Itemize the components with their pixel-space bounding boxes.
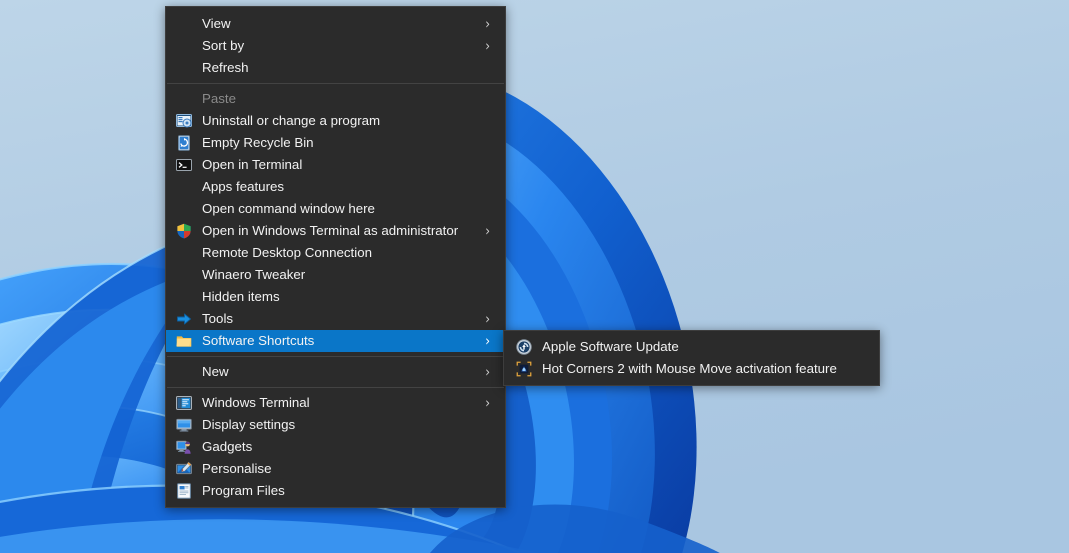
chevron-right-icon: › xyxy=(485,33,490,58)
context-menu-item-label: Hidden items xyxy=(202,286,495,308)
context-menu-item-label: Gadgets xyxy=(202,436,495,458)
chevron-right-icon: › xyxy=(485,359,490,384)
context-menu-item-label: Tools xyxy=(202,308,477,330)
hot-corners-icon xyxy=(516,361,532,377)
context-menu-item-label: Windows Terminal xyxy=(202,392,477,414)
context-menu-item-view[interactable]: View› xyxy=(166,13,505,35)
menu-separator xyxy=(167,356,504,357)
context-menu-item-software-shortcuts[interactable]: Software Shortcuts › xyxy=(166,330,505,352)
windows-terminal-icon xyxy=(176,395,192,411)
context-menu-item-personalise[interactable]: Personalise xyxy=(166,458,505,480)
menu-separator xyxy=(167,83,504,84)
context-menu-item-open-command-window-here[interactable]: Open command window here xyxy=(166,198,505,220)
context-menu-item-paste: Paste xyxy=(166,88,505,110)
personalise-icon xyxy=(176,461,192,477)
context-menu-item-label: Open command window here xyxy=(202,198,495,220)
context-menu-item-label: Personalise xyxy=(202,458,495,480)
context-menu-item-apps-features[interactable]: Apps features xyxy=(166,176,505,198)
context-menu-item-label: Open in Terminal xyxy=(202,154,495,176)
desktop-context-menu[interactable]: View›Sort by›RefreshPaste Uninstall or c… xyxy=(165,6,506,508)
context-menu-item-label: View xyxy=(202,13,477,35)
context-menu-item-label: Uninstall or change a program xyxy=(202,110,495,132)
context-menu-item-gadgets[interactable]: Gadgets xyxy=(166,436,505,458)
context-menu-item-label: Software Shortcuts xyxy=(202,330,477,352)
menu-separator xyxy=(167,387,504,388)
context-menu-item-label: Winaero Tweaker xyxy=(202,264,495,286)
context-menu-item-open-in-windows-terminal-as-administrator[interactable]: Open in Windows Terminal as administrato… xyxy=(166,220,505,242)
context-menu-item-new[interactable]: New › xyxy=(166,361,505,383)
program-files-icon xyxy=(176,483,192,499)
blue-arrow-icon xyxy=(176,311,192,327)
context-menu-item-display-settings[interactable]: Display settings xyxy=(166,414,505,436)
context-menu-item-label: Empty Recycle Bin xyxy=(202,132,495,154)
context-menu-item-label: Open in Windows Terminal as administrato… xyxy=(202,220,477,242)
context-menu-item-empty-recycle-bin[interactable]: Empty Recycle Bin xyxy=(166,132,505,154)
context-menu-item-label: Paste xyxy=(202,88,495,110)
shield-icon xyxy=(176,223,192,239)
context-menu-item-label: Apps features xyxy=(202,176,495,198)
programs-icon xyxy=(176,113,192,129)
folder-icon xyxy=(176,333,192,349)
display-icon xyxy=(176,417,192,433)
recycle-bin-icon xyxy=(176,135,192,151)
context-menu-item-open-in-terminal[interactable]: Open in Terminal xyxy=(166,154,505,176)
apple-software-update-icon xyxy=(516,339,532,355)
chevron-right-icon: › xyxy=(485,390,490,415)
chevron-right-icon: › xyxy=(485,328,490,353)
gadgets-icon xyxy=(176,439,192,455)
submenu-item-hot-corners-2-with-mouse-move-activation-feature[interactable]: Hot Corners 2 with Mouse Move activation… xyxy=(504,358,879,380)
context-menu-item-label: Display settings xyxy=(202,414,495,436)
context-menu-item-windows-terminal[interactable]: Windows Terminal › xyxy=(166,392,505,414)
context-menu-item-program-files[interactable]: Program Files xyxy=(166,480,505,502)
chevron-right-icon: › xyxy=(485,218,490,243)
context-menu-item-label: Program Files xyxy=(202,480,495,502)
context-menu-item-label: New xyxy=(202,361,477,383)
submenu-item-apple-software-update[interactable]: Apple Software Update xyxy=(504,336,879,358)
context-menu-item-hidden-items[interactable]: Hidden items xyxy=(166,286,505,308)
software-shortcuts-submenu[interactable]: Apple Software Update Hot Corners 2 with… xyxy=(503,330,880,386)
context-menu-item-uninstall-or-change-a-program[interactable]: Uninstall or change a program xyxy=(166,110,505,132)
context-menu-item-winaero-tweaker[interactable]: Winaero Tweaker xyxy=(166,264,505,286)
submenu-item-label: Hot Corners 2 with Mouse Move activation… xyxy=(542,358,869,380)
context-menu-item-refresh[interactable]: Refresh xyxy=(166,57,505,79)
context-menu-item-label: Remote Desktop Connection xyxy=(202,242,495,264)
submenu-item-label: Apple Software Update xyxy=(542,336,869,358)
context-menu-item-label: Sort by xyxy=(202,35,477,57)
context-menu-item-tools[interactable]: Tools› xyxy=(166,308,505,330)
context-menu-item-sort-by[interactable]: Sort by › xyxy=(166,35,505,57)
context-menu-item-label: Refresh xyxy=(202,57,495,79)
context-menu-item-remote-desktop-connection[interactable]: Remote Desktop Connection xyxy=(166,242,505,264)
desktop-background xyxy=(0,0,1069,553)
wallpaper-art xyxy=(0,0,1069,553)
terminal-icon xyxy=(176,157,192,173)
